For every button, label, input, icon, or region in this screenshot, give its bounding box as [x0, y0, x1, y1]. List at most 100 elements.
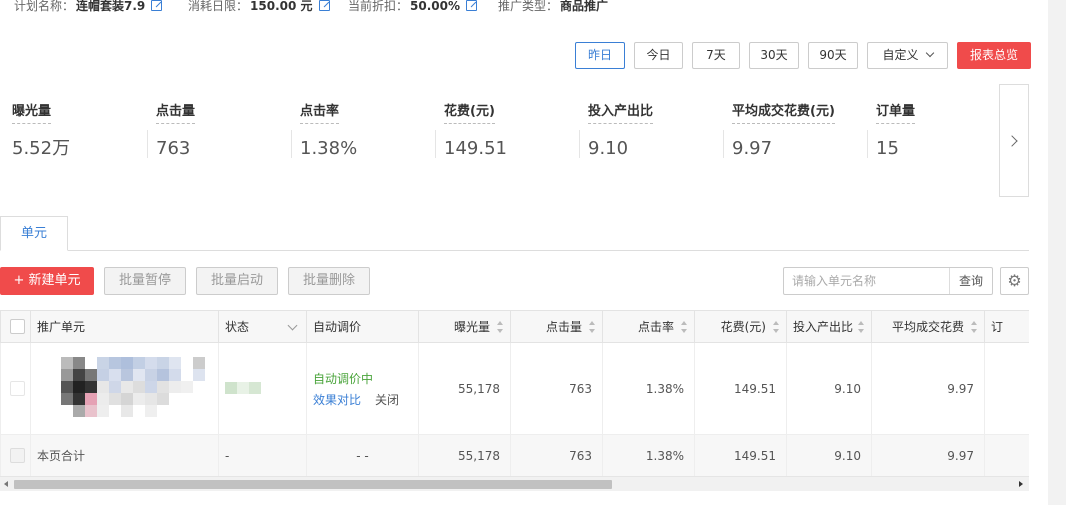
date-custom-dropdown[interactable]: 自定义 [867, 42, 948, 69]
total-label: 本页合计 [30, 434, 219, 477]
metric-clicks[interactable]: 点击量 763 [147, 100, 296, 159]
total-status: - [218, 434, 307, 477]
metric-label: 花费(元) [444, 100, 495, 124]
plan-discount-value: 50.00% [410, 0, 460, 13]
total-cost: 149.51 [694, 434, 787, 477]
roi-cell: 9.10 [786, 342, 872, 435]
cost-cell: 149.51 [694, 342, 787, 435]
batch-delete-button[interactable]: 批量删除 [288, 267, 370, 295]
total-auto-bid: - - [306, 434, 419, 477]
divider [579, 130, 580, 158]
metric-label: 点击量 [156, 100, 196, 124]
date-90d-button[interactable]: 90天 [808, 42, 858, 69]
compare-link[interactable]: 效果对比 [313, 393, 361, 407]
col-cost[interactable]: 花费(元) [694, 310, 787, 343]
search-input[interactable] [784, 268, 950, 294]
product-thumbnail [37, 349, 217, 429]
sort-icon[interactable] [773, 321, 780, 333]
date-today-button[interactable]: 今日 [634, 42, 683, 69]
horizontal-scrollbar[interactable] [0, 476, 1029, 491]
close-auto-bid-link[interactable]: 关闭 [375, 393, 399, 407]
metric-value: 9.97 [732, 138, 773, 159]
page: 计划名称： 连帽套装7.9 消耗日限： 150.00 元 当前折扣： 50.00… [0, 0, 1066, 505]
chevron-right-icon [1006, 135, 1018, 147]
col-impressions[interactable]: 曝光量 [418, 310, 511, 343]
plan-type-value: 商品推广 [560, 0, 609, 13]
date-yesterday-button[interactable]: 昨日 [575, 42, 625, 69]
total-clicks: 763 [510, 434, 603, 477]
scrollbar-thumb[interactable] [14, 480, 612, 489]
sort-icon[interactable] [497, 321, 504, 333]
col-roi[interactable]: 投入产出比 [786, 310, 872, 343]
date-range-selector: 昨日 今日 7天 30天 90天 自定义 报表总览 [575, 42, 1031, 69]
col-clicks[interactable]: 点击量 [510, 310, 603, 343]
date-7d-button[interactable]: 7天 [692, 42, 740, 69]
plan-budget: 消耗日限： 150.00 元 [188, 0, 330, 14]
select-all-cell [0, 310, 31, 343]
divider [867, 130, 868, 158]
edit-icon[interactable] [466, 0, 477, 11]
col-auto-bid: 自动调价 [306, 310, 419, 343]
metric-value: 1.38% [300, 138, 358, 159]
table-total-row: 本页合计 - - - 55,178 763 1.38% 149.51 9.10 … [0, 434, 1029, 477]
total-impressions: 55,178 [418, 434, 511, 477]
row-checkbox[interactable] [10, 381, 25, 396]
status-cell [218, 342, 307, 435]
total-avg-cost: 9.97 [871, 434, 985, 477]
report-overview-button[interactable]: 报表总览 [957, 42, 1031, 69]
plan-type: 推广类型： 商品推广 [498, 0, 608, 14]
search-button[interactable]: 查询 [949, 268, 992, 294]
unit-table: 推广单元 状态 自动调价 曝光量 点击量 点击率 花费(元) 投入产出比 平均成… [0, 310, 1029, 492]
metric-orders[interactable]: 订单量 15 [867, 100, 976, 159]
scroll-left-icon[interactable] [4, 481, 8, 487]
metric-roi[interactable]: 投入产出比 9.10 [579, 100, 728, 159]
col-avg-cost[interactable]: 平均成交花费 [871, 310, 985, 343]
metric-label: 投入产出比 [588, 100, 654, 124]
sort-icon[interactable] [971, 321, 978, 333]
orders-cell [984, 342, 1029, 435]
metric-label: 曝光量 [12, 100, 52, 124]
date-30d-button[interactable]: 30天 [749, 42, 799, 69]
chevron-down-icon [287, 320, 298, 331]
metric-value: 763 [156, 138, 191, 159]
new-unit-button[interactable]: + 新建单元 [0, 267, 94, 295]
divider [291, 130, 292, 158]
edit-icon[interactable] [318, 0, 330, 11]
metric-value: 9.10 [588, 138, 629, 159]
metric-value: 149.51 [444, 138, 507, 159]
unit-search: 查询 [783, 267, 993, 295]
metric-value: 15 [876, 138, 899, 159]
metric-impressions[interactable]: 曝光量 5.52万 [12, 100, 152, 159]
metrics-next-button[interactable] [999, 84, 1029, 197]
col-unit: 推广单元 [30, 310, 219, 343]
ctr-cell: 1.38% [602, 342, 695, 435]
sort-icon[interactable] [858, 321, 865, 333]
batch-pause-button[interactable]: 批量暂停 [104, 267, 186, 295]
metric-value: 5.52万 [12, 138, 71, 159]
impressions-cell: 55,178 [418, 342, 511, 435]
sort-icon[interactable] [589, 321, 596, 333]
scroll-right-icon[interactable] [1019, 481, 1023, 487]
metric-label: 点击率 [300, 100, 340, 124]
auto-bid-cell: 自动调价中 效果对比 关闭 [306, 342, 419, 435]
chevron-down-icon [925, 48, 934, 58]
metric-ctr[interactable]: 点击率 1.38% [291, 100, 440, 159]
col-ctr[interactable]: 点击率 [602, 310, 695, 343]
divider [147, 130, 148, 158]
select-all-checkbox[interactable] [10, 319, 25, 334]
clicks-cell: 763 [510, 342, 603, 435]
metric-label: 平均成交花费(元) [732, 100, 835, 124]
gear-icon[interactable]: ⚙ [1000, 267, 1029, 295]
avg-cost-cell: 9.97 [871, 342, 985, 435]
col-orders: 订 [984, 310, 1029, 343]
batch-start-button[interactable]: 批量启动 [196, 267, 278, 295]
tab-unit[interactable]: 单元 [0, 216, 68, 251]
divider [723, 130, 724, 158]
metric-avg-cost[interactable]: 平均成交花费(元) 9.97 [723, 100, 882, 159]
divider [435, 130, 436, 158]
unit-cell[interactable] [30, 342, 219, 435]
sort-icon[interactable] [681, 321, 688, 333]
metric-cost[interactable]: 花费(元) 149.51 [435, 100, 584, 159]
edit-icon[interactable] [151, 0, 163, 11]
col-status[interactable]: 状态 [218, 310, 307, 343]
